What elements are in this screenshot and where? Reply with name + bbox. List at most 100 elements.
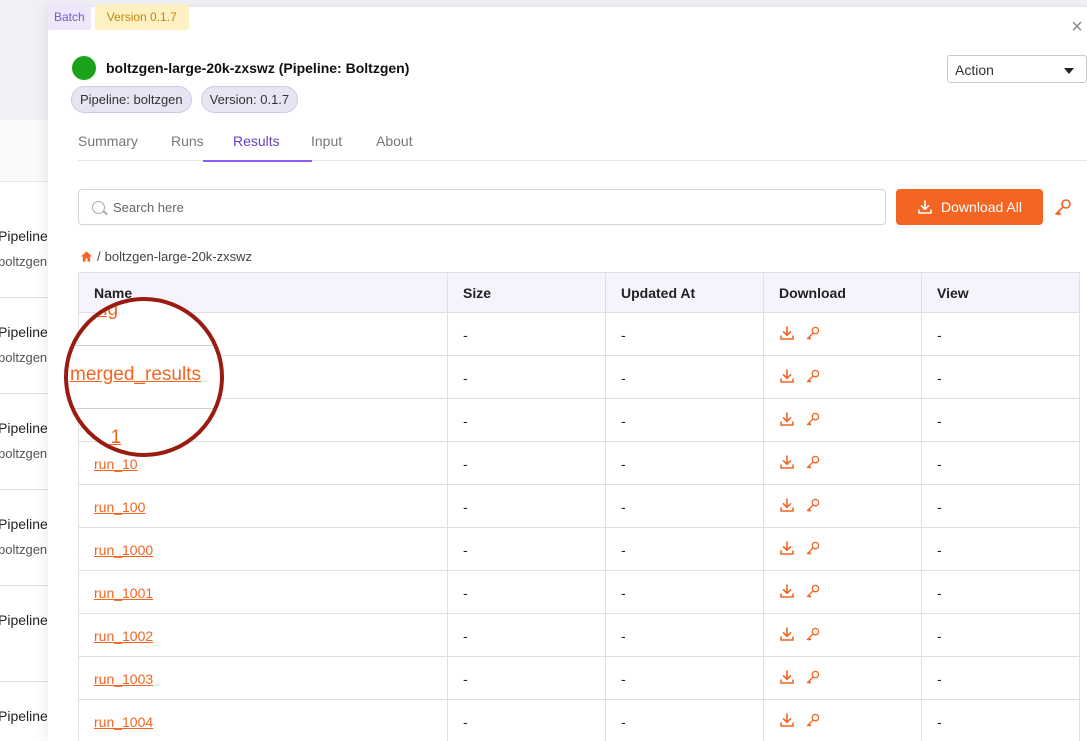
cell-size: - — [448, 442, 606, 485]
key-icon[interactable] — [805, 669, 821, 685]
background-item-type: Pipeline — [0, 324, 48, 340]
tab-input[interactable]: Input — [311, 131, 376, 161]
action-dropdown-label: Action — [955, 62, 994, 78]
cell-name: run_1004 — [79, 700, 448, 741]
background-item-pipeline: boltzgen — [0, 350, 48, 365]
breadcrumb: / boltzgen-large-20k-zxswz — [80, 249, 252, 264]
cell-updated-at: - — [606, 399, 764, 442]
cell-size: - — [448, 700, 606, 741]
key-icon[interactable] — [805, 583, 821, 599]
background-item-type: Pipeline — [0, 612, 48, 628]
background-item-type: Pipeline — [0, 420, 48, 436]
download-icon[interactable] — [779, 497, 795, 513]
download-icon[interactable] — [779, 454, 795, 470]
cell-name: run_1000 — [79, 528, 448, 571]
background-list-item: Pipeline — [0, 682, 48, 741]
key-icon[interactable] — [805, 325, 821, 341]
search-input[interactable] — [113, 190, 873, 224]
table-row: run_10- - - — [79, 442, 1079, 485]
file-link[interactable]: run_1002 — [94, 628, 153, 644]
home-icon[interactable] — [80, 250, 93, 263]
background-list-item: Pipeline boltzgen — [0, 202, 48, 298]
download-icon[interactable] — [779, 368, 795, 384]
key-icon[interactable] — [805, 712, 821, 728]
magnifier-text-main: merged_results — [70, 364, 201, 385]
file-link[interactable]: run_10 — [94, 456, 138, 472]
cell-view: - — [937, 714, 942, 730]
cell-updated-at: - — [606, 571, 764, 614]
file-link[interactable]: run_100 — [94, 499, 145, 515]
chevron-down-icon — [1064, 68, 1074, 74]
cell-size: - — [448, 528, 606, 571]
download-all-label: Download All — [941, 199, 1022, 215]
key-icon[interactable] — [805, 497, 821, 513]
download-icon[interactable] — [779, 411, 795, 427]
file-link[interactable]: run_1003 — [94, 671, 153, 687]
breadcrumb-current: boltzgen-large-20k-zxswz — [104, 249, 253, 264]
cell-name: run_1003 — [79, 657, 448, 700]
status-dot — [72, 56, 96, 80]
cell-name: run_100 — [79, 485, 448, 528]
cell-size: - — [448, 313, 606, 356]
cell-updated-at: - — [606, 356, 764, 399]
key-icon[interactable] — [805, 411, 821, 427]
file-link[interactable]: run_1000 — [94, 542, 153, 558]
cell-size: - — [448, 614, 606, 657]
download-icon[interactable] — [779, 325, 795, 341]
download-icon[interactable] — [779, 583, 795, 599]
cell-download — [764, 571, 922, 614]
table-row: config--- — [79, 313, 1079, 356]
background-item-pipeline: boltzgen — [0, 254, 48, 269]
cell-download — [764, 442, 922, 485]
background-item-type: Pipeline — [0, 708, 48, 724]
key-icon[interactable] — [805, 540, 821, 556]
download-icon[interactable] — [779, 669, 795, 685]
batch-badge: Batch — [48, 4, 91, 30]
header-download: Download — [764, 273, 922, 313]
tab-summary[interactable]: Summary — [78, 131, 171, 161]
search-box — [78, 189, 886, 225]
version-chip: Version: 0.1.7 — [200, 86, 299, 113]
background-item-type: Pipeline — [0, 516, 48, 532]
background-item-pipeline: boltzgen — [0, 446, 48, 461]
table-row: run_1002- - - — [79, 614, 1079, 657]
cell-view: - — [937, 671, 942, 687]
cell-size: - — [448, 399, 606, 442]
cell-download — [764, 313, 922, 356]
header-updated-at[interactable]: Updated At — [606, 273, 764, 313]
key-icon[interactable] — [805, 368, 821, 384]
key-icon[interactable] — [1053, 197, 1073, 217]
tab-about[interactable]: About — [376, 131, 446, 161]
cell-updated-at: - — [606, 442, 764, 485]
cell-download — [764, 657, 922, 700]
download-all-button[interactable]: Download All — [896, 189, 1043, 225]
background-list-item: Pipeline boltzgen — [0, 298, 48, 394]
download-icon[interactable] — [779, 626, 795, 642]
header-size[interactable]: Size — [448, 273, 606, 313]
cell-view: - — [937, 370, 942, 386]
close-icon[interactable]: × — [1069, 17, 1085, 37]
background-item-type: Pipeline — [0, 228, 48, 244]
table-row: run_1004- - - — [79, 700, 1079, 741]
download-icon[interactable] — [779, 540, 795, 556]
cell-name: run_1002 — [79, 614, 448, 657]
header-view: View — [937, 285, 969, 301]
background-list-item: Pipeline — [0, 586, 48, 682]
background-toolbar — [0, 120, 48, 182]
table-row: run_100- - - — [79, 485, 1079, 528]
action-dropdown[interactable]: Action — [947, 55, 1087, 83]
cell-updated-at: - — [606, 700, 764, 741]
table-header: Name Size Updated At Download View — [79, 273, 1079, 313]
file-link[interactable]: run_1004 — [94, 714, 153, 730]
tab-results[interactable]: Results — [203, 131, 312, 162]
key-icon[interactable] — [805, 454, 821, 470]
magnifier-divider — [68, 408, 220, 409]
key-icon[interactable] — [805, 626, 821, 642]
cell-view: - — [937, 413, 942, 429]
cell-size: - — [448, 356, 606, 399]
cell-size: - — [448, 485, 606, 528]
file-link[interactable]: run_1001 — [94, 585, 153, 601]
download-icon[interactable] — [779, 712, 795, 728]
magnifier-divider — [68, 345, 220, 346]
background-item-pipeline: boltzgen — [0, 542, 48, 557]
